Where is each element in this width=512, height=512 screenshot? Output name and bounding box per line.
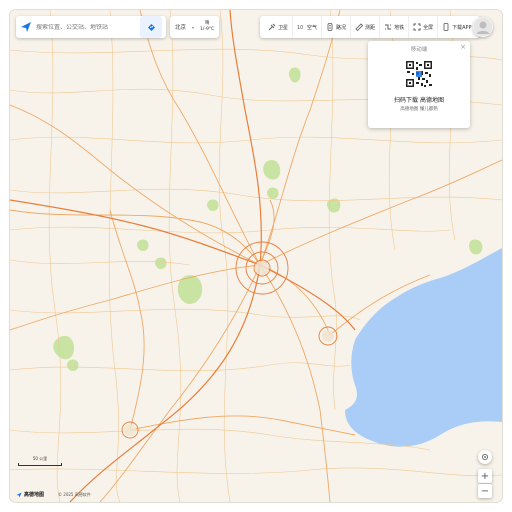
qr-popup-subline: 高德地图 懂儿都熟 (400, 107, 438, 112)
fullscreen-icon (413, 23, 421, 31)
tool-download-app[interactable]: 下载APP (438, 16, 475, 38)
tool-air[interactable]: 10 空气 (293, 16, 323, 38)
tool-traffic[interactable]: 路况 (322, 16, 352, 38)
phone-icon (443, 23, 449, 31)
tool-subway[interactable]: 地铁 (380, 16, 410, 38)
tool-ruler-label: 测距 (365, 24, 376, 31)
weather-city: 北京 (175, 25, 187, 31)
tool-subway-label: 地铁 (394, 24, 405, 31)
locate-button[interactable] (478, 450, 492, 464)
tool-fullscreen[interactable]: 全屏 (409, 16, 439, 38)
tool-ruler[interactable]: 测距 (351, 16, 381, 38)
footer-brand-label: 高德地图 (24, 492, 45, 498)
weather-temperature: 1/-9°C (200, 27, 215, 32)
subway-icon (385, 24, 392, 30)
tool-download-app-label: 下载APP (452, 24, 472, 31)
zoom-out-button[interactable]: − (478, 484, 492, 498)
weather-widget[interactable]: 北京 ▾ 晴 1/-9°C (170, 16, 220, 38)
search-input[interactable] (36, 23, 146, 31)
qr-popup-title: 移动端 (410, 47, 428, 53)
qr-code (405, 60, 433, 88)
chevron-down-icon: ▾ (192, 24, 195, 30)
amap-logo-icon (21, 22, 31, 32)
map-scale: 50 公里 (18, 456, 62, 466)
tool-fullscreen-label: 全屏 (423, 24, 434, 31)
map-footer: 高德地图 © 2025 高德软件 (16, 491, 91, 498)
traffic-icon (327, 23, 333, 31)
close-icon[interactable]: × (460, 43, 466, 51)
scale-label: 50 公里 (32, 456, 48, 461)
amap-logo-icon (16, 492, 22, 497)
satellite-icon (268, 23, 276, 31)
svg-text:10: 10 (297, 25, 303, 31)
user-avatar[interactable] (473, 17, 493, 37)
ruler-icon (355, 23, 364, 31)
map-frame: 北京 ▾ 晴 1/-9°C 卫星 10 空气 路况 测距 地铁 全屏 (10, 10, 502, 502)
tool-satellite-label: 卫星 (278, 24, 289, 31)
user-icon (473, 17, 493, 37)
tool-traffic-label: 路况 (336, 24, 347, 31)
scale-bar (18, 463, 62, 466)
qr-download-popup: 移动端 × 扫码下载 高德地图 高德地图 懂儿都熟 (368, 41, 470, 128)
tool-satellite[interactable]: 卫星 (264, 16, 294, 38)
air-icon: 10 (297, 25, 303, 31)
zoom-in-button[interactable]: + (478, 469, 492, 483)
footer-brand[interactable]: 高德地图 (16, 491, 44, 498)
tool-air-label: 空气 (307, 24, 318, 31)
route-button[interactable] (140, 16, 162, 38)
locate-icon (482, 454, 488, 460)
qr-popup-headline: 扫码下载 高德地图 (394, 97, 444, 104)
route-icon (147, 23, 155, 31)
map-toolbar: 卫星 10 空气 路况 测距 地铁 全屏 下载APP (260, 16, 480, 38)
footer-copyright: © 2025 高德软件 (58, 491, 91, 497)
